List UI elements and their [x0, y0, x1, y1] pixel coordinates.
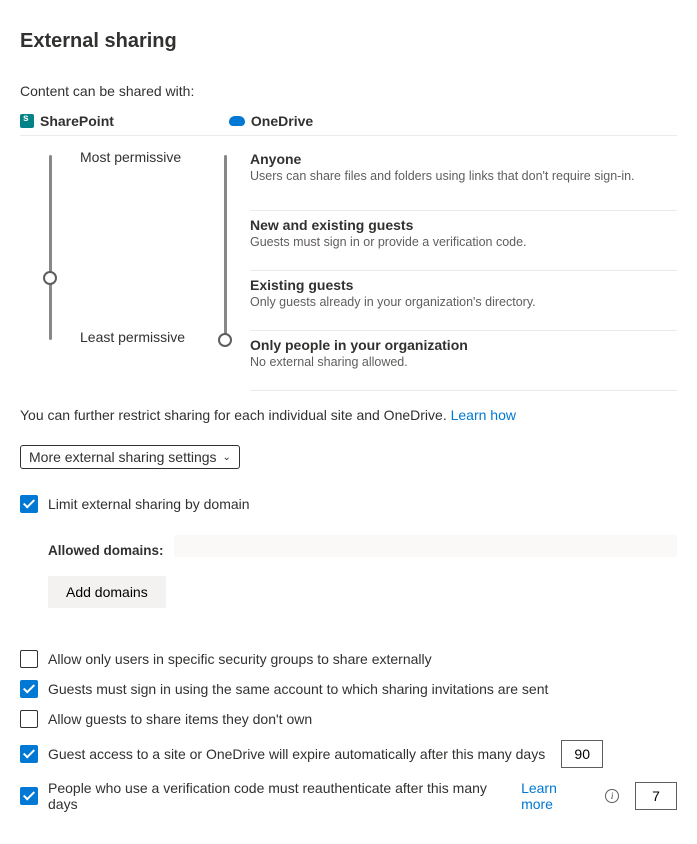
- product-label: SharePoint: [40, 113, 114, 129]
- permission-levels: Anyone Users can share files and folders …: [250, 151, 677, 391]
- checkbox-label: Limit external sharing by domain: [48, 496, 250, 512]
- most-permissive-label: Most permissive: [80, 149, 181, 165]
- allowed-domains-box: [174, 535, 677, 557]
- limit-by-domain-checkbox[interactable]: [20, 495, 38, 513]
- sharepoint-slider[interactable]: [20, 151, 80, 391]
- guests-share-not-own-row: Allow guests to share items they don't o…: [20, 710, 677, 728]
- level-title: New and existing guests: [250, 217, 677, 233]
- product-row: SharePoint OneDrive: [20, 113, 677, 136]
- guest-expire-row: Guest access to a site or OneDrive will …: [20, 740, 677, 768]
- page-title: External sharing: [20, 30, 677, 53]
- chevron-down-icon: ⌄: [223, 452, 231, 463]
- level-desc: Guests must sign in or provide a verific…: [250, 235, 677, 249]
- checkbox-label: Guest access to a site or OneDrive will …: [48, 746, 545, 762]
- more-settings-expander[interactable]: More external sharing settings ⌄: [20, 445, 240, 469]
- guest-expire-checkbox[interactable]: [20, 745, 38, 763]
- permission-level: Existing guests Only guests already in yo…: [250, 271, 677, 331]
- permission-slider-block: Most permissive Least permissive Anyone U…: [20, 136, 677, 391]
- onedrive-icon: [229, 116, 245, 126]
- permission-level: Anyone Users can share files and folders …: [250, 151, 677, 211]
- least-permissive-label: Least permissive: [80, 329, 185, 345]
- onedrive-slider[interactable]: [200, 151, 250, 391]
- checkbox-label: Allow only users in specific security gr…: [48, 651, 432, 667]
- expander-label: More external sharing settings: [29, 449, 217, 465]
- checkbox-label: Guests must sign in using the same accou…: [48, 681, 548, 697]
- level-desc: No external sharing allowed.: [250, 355, 677, 369]
- content-shared-with-label: Content can be shared with:: [20, 83, 677, 99]
- product-label: OneDrive: [251, 113, 313, 129]
- level-title: Existing guests: [250, 277, 677, 293]
- limit-by-domain-row: Limit external sharing by domain: [20, 495, 677, 513]
- permission-level: New and existing guests Guests must sign …: [250, 211, 677, 271]
- sharepoint-slider-handle[interactable]: [43, 271, 57, 285]
- level-title: Anyone: [250, 151, 677, 167]
- learn-more-link[interactable]: Learn more: [521, 780, 591, 812]
- learn-how-link[interactable]: Learn how: [451, 407, 516, 423]
- guest-same-account-row: Guests must sign in using the same accou…: [20, 680, 677, 698]
- product-sharepoint: SharePoint: [20, 113, 114, 129]
- guests-share-not-own-checkbox[interactable]: [20, 710, 38, 728]
- verification-reauth-row: People who use a verification code must …: [20, 780, 677, 812]
- info-icon[interactable]: i: [605, 789, 619, 803]
- verification-reauth-days-input[interactable]: [635, 782, 677, 810]
- guest-same-account-checkbox[interactable]: [20, 680, 38, 698]
- checkbox-label: Allow guests to share items they don't o…: [48, 711, 312, 727]
- onedrive-slider-handle[interactable]: [218, 333, 232, 347]
- permission-level: Only people in your organization No exter…: [250, 331, 677, 391]
- domain-settings: Allowed domains: Add domains: [48, 525, 677, 626]
- add-domains-button[interactable]: Add domains: [48, 576, 166, 608]
- guest-expire-days-input[interactable]: [561, 740, 603, 768]
- sharepoint-icon: [20, 114, 34, 128]
- product-onedrive: OneDrive: [229, 113, 313, 129]
- checkbox-label: People who use a verification code must …: [48, 780, 511, 812]
- security-groups-row: Allow only users in specific security gr…: [20, 650, 677, 668]
- verification-reauth-checkbox[interactable]: [20, 787, 38, 805]
- allowed-domains-label: Allowed domains:: [48, 543, 164, 558]
- level-desc: Only guests already in your organization…: [250, 295, 677, 309]
- security-groups-checkbox[interactable]: [20, 650, 38, 668]
- level-title: Only people in your organization: [250, 337, 677, 353]
- slider-labels: Most permissive Least permissive: [80, 151, 200, 391]
- restrict-note: You can further restrict sharing for eac…: [20, 407, 677, 423]
- level-desc: Users can share files and folders using …: [250, 169, 677, 183]
